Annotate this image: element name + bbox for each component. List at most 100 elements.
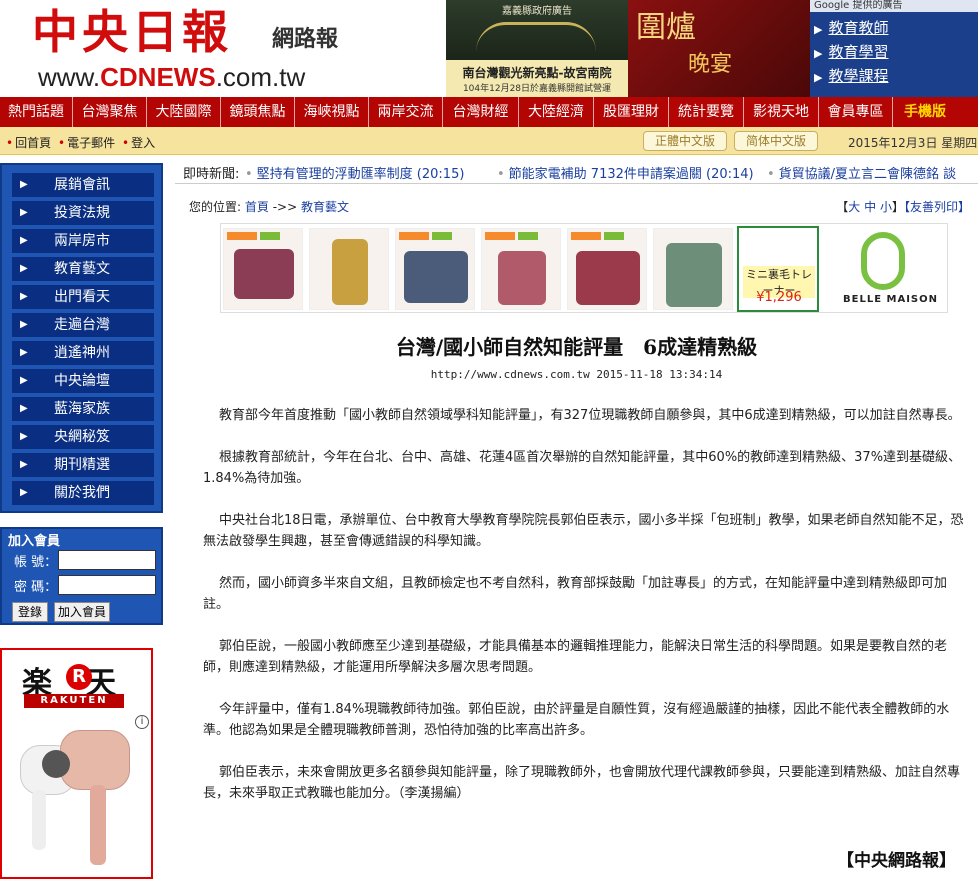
arrow-right-icon: ▶ bbox=[20, 459, 28, 470]
arrow-right-icon: ▶ bbox=[20, 347, 28, 358]
museum-banner-ad[interactable]: 嘉義縣政府廣告 南台灣觀光新亮點-故宮南院 104年12月28日於嘉義縣開館試營… bbox=[446, 0, 628, 97]
font-small-link[interactable]: 小 bbox=[880, 200, 892, 214]
ad-tag bbox=[518, 232, 538, 240]
nav-item[interactable]: 台灣聚焦 bbox=[73, 97, 147, 127]
ad-product-image bbox=[481, 228, 561, 310]
news-ticker: 即時新聞: 堅持有管理的浮動匯率制度 (20:15) 節能家電補助 7132件申… bbox=[175, 161, 978, 181]
banner-roof-shape bbox=[476, 22, 596, 52]
breadcrumb-label: 您的位置: bbox=[189, 200, 242, 214]
breadcrumb-section[interactable]: 教育藝文 bbox=[301, 200, 349, 214]
password-input[interactable] bbox=[58, 575, 156, 595]
ticker-label: 即時新聞: bbox=[183, 167, 240, 181]
logo-url: www.CDNEWS.com.tw bbox=[38, 62, 305, 92]
font-large-link[interactable]: 大 bbox=[848, 200, 860, 214]
simplified-chinese-button[interactable]: 简体中文版 bbox=[734, 131, 818, 151]
product-price: ¥1,296 bbox=[756, 290, 802, 305]
article-body: 教育部今年首度推動「國小教師自然領域學科知能評量」，有327位現職教師自願參與，… bbox=[203, 405, 969, 825]
sidebar-item-label: 央網秘笈 bbox=[54, 429, 110, 445]
sidebar: ▶ 展銷會訊 ▶ 投資法規 ▶ 兩岸房市 ▶ 教育藝文 ▶ 出門看天 ▶ 走遍台灣 ▶ 逍遙神… bbox=[0, 163, 163, 879]
ticker-item[interactable]: 貨貿協議/夏立言二會陳德銘 談 bbox=[767, 163, 957, 181]
clothing-ad-banner[interactable]: ミニ裏毛トレーナー ¥1,296 BELLE MAISON bbox=[220, 223, 948, 313]
sidebar-item[interactable]: ▶ 兩岸房市 bbox=[12, 229, 154, 253]
product-shape bbox=[234, 249, 294, 299]
sidebar-item-label: 關於我們 bbox=[54, 485, 110, 501]
nav-item[interactable]: 會員專區 bbox=[819, 97, 893, 127]
price-box: ミニ裏毛トレーナー ¥1,296 bbox=[737, 226, 819, 312]
font-medium-link[interactable]: 中 bbox=[864, 200, 876, 214]
ticker-item[interactable]: 堅持有管理的浮動匯率制度 (20:15) bbox=[245, 163, 465, 181]
nav-item[interactable]: 統計要覽 bbox=[669, 97, 744, 127]
sidebar-item[interactable]: ▶ 期刊精選 bbox=[12, 453, 154, 477]
product-shape bbox=[666, 243, 722, 307]
google-ad-link[interactable]: 教育學習 bbox=[814, 41, 974, 63]
sidebar-item-label: 教育藝文 bbox=[54, 261, 110, 277]
nav-item[interactable]: 股匯理財 bbox=[594, 97, 669, 127]
ad-info-icon[interactable]: i bbox=[135, 715, 149, 729]
ad-product-image bbox=[653, 228, 733, 310]
sidebar-item[interactable]: ▶ 關於我們 bbox=[12, 481, 154, 505]
site-logo[interactable]: 中央日報 網路報 www.CDNEWS.com.tw bbox=[0, 0, 446, 97]
nav-item[interactable]: 影視天地 bbox=[744, 97, 819, 127]
login-box: 加入會員 帳 號： 密 碼： 登錄 加入會員 bbox=[0, 527, 163, 625]
home-link[interactable]: 回首頁 bbox=[6, 134, 51, 151]
product-shape bbox=[404, 251, 468, 303]
nav-mobile-version[interactable]: 手機版 bbox=[893, 97, 957, 127]
arrow-right-icon: ▶ bbox=[20, 291, 28, 302]
nav-item[interactable]: 大陸國際 bbox=[147, 97, 221, 127]
sidebar-item[interactable]: ▶ 走遍台灣 bbox=[12, 313, 154, 337]
email-link[interactable]: 電子郵件 bbox=[58, 134, 115, 151]
nav-item[interactable]: 海峽視點 bbox=[295, 97, 369, 127]
sidebar-item-label: 出門看天 bbox=[54, 289, 110, 305]
nav-item[interactable]: 鏡頭焦點 bbox=[221, 97, 295, 127]
article-paragraph: 根據教育部統計，今年在台北、台中、高雄、花蓮4區首次舉辦的自然知能評量，其中60… bbox=[203, 450, 962, 486]
ad-product-image bbox=[223, 228, 303, 310]
login-link[interactable]: 登入 bbox=[122, 134, 155, 151]
join-member-button[interactable]: 加入會員 bbox=[54, 602, 110, 622]
sidebar-item-label: 期刊精選 bbox=[54, 457, 110, 473]
sidebar-item[interactable]: ▶ 投資法規 bbox=[12, 201, 154, 225]
sidebar-item[interactable]: ▶ 中央論壇 bbox=[12, 369, 154, 393]
sidebar-item[interactable]: ▶ 央網秘笈 bbox=[12, 425, 154, 449]
banquet-banner-ad[interactable]: 圍爐 晚宴 bbox=[628, 0, 810, 97]
sidebar-menu: ▶ 展銷會訊 ▶ 投資法規 ▶ 兩岸房市 ▶ 教育藝文 ▶ 出門看天 ▶ 走遍台灣 ▶ 逍遙神… bbox=[0, 163, 163, 513]
sidebar-item-label: 逍遙神州 bbox=[54, 345, 110, 361]
rakuten-wordmark: RAKUTEN bbox=[24, 694, 124, 708]
sidebar-item[interactable]: ▶ 逍遙神州 bbox=[12, 341, 154, 365]
sidebar-item-label: 藍海家族 bbox=[54, 401, 110, 417]
ad-tag bbox=[485, 232, 515, 240]
sidebar-item-label: 展銷會訊 bbox=[54, 177, 110, 193]
sidebar-item[interactable]: ▶ 展銷會訊 bbox=[12, 173, 154, 197]
sidebar-item-label: 投資法規 bbox=[54, 205, 110, 221]
dryer-white-handle bbox=[32, 790, 46, 850]
article-signature: 【中央網路報】 bbox=[837, 851, 956, 871]
sidebar-item[interactable]: ▶ 藍海家族 bbox=[12, 397, 154, 421]
article-paragraph: 然而，國小師資多半來自文組，且教師檢定也不考自然科，教育部採鼓勵「加註專長」的方… bbox=[203, 576, 948, 612]
google-ad-link[interactable]: 教育教師 bbox=[814, 17, 974, 39]
ad-tag bbox=[432, 232, 452, 240]
ticker-item[interactable]: 節能家電補助 7132件申請案過關 (20:14) bbox=[497, 163, 754, 181]
sidebar-item[interactable]: ▶ 教育藝文 bbox=[12, 257, 154, 281]
nav-item[interactable]: 兩岸交流 bbox=[369, 97, 443, 127]
breadcrumb-home[interactable]: 首頁 bbox=[245, 200, 269, 214]
nav-item[interactable]: 大陸經濟 bbox=[519, 97, 594, 127]
sidebar-item[interactable]: ▶ 出門看天 bbox=[12, 285, 154, 309]
article-meta: http://www.cdnews.com.tw 2015-11-18 13:3… bbox=[430, 368, 723, 381]
account-input[interactable] bbox=[58, 550, 156, 570]
ad-product-image bbox=[567, 228, 647, 310]
traditional-chinese-button[interactable]: 正體中文版 bbox=[643, 131, 727, 151]
nav-item[interactable]: 熱門話題 bbox=[0, 97, 73, 127]
banner-subline: 104年12月28日於嘉義縣開館試營運 bbox=[462, 84, 612, 94]
login-button[interactable]: 登錄 bbox=[12, 602, 48, 622]
banner-headline: 南台灣觀光新亮點-故宮南院 bbox=[462, 66, 612, 80]
product-shape bbox=[332, 239, 368, 305]
google-ad-link[interactable]: 教學課程 bbox=[814, 65, 974, 87]
ad-tag bbox=[604, 232, 624, 240]
nav-item[interactable]: 台灣財經 bbox=[443, 97, 519, 127]
arrow-right-icon: ▶ bbox=[20, 403, 28, 414]
ad-tag bbox=[227, 232, 257, 240]
header: 中央日報 網路報 www.CDNEWS.com.tw 嘉義縣政府廣告 南台灣觀光… bbox=[0, 0, 978, 97]
rakuten-ad[interactable]: 楽天 R RAKUTEN i bbox=[0, 648, 153, 879]
page-root: 中央日報 網路報 www.CDNEWS.com.tw 嘉義縣政府廣告 南台灣觀光… bbox=[0, 0, 978, 879]
print-link[interactable]: 【友善列印】 bbox=[904, 200, 970, 214]
arrow-right-icon: ▶ bbox=[20, 207, 28, 218]
